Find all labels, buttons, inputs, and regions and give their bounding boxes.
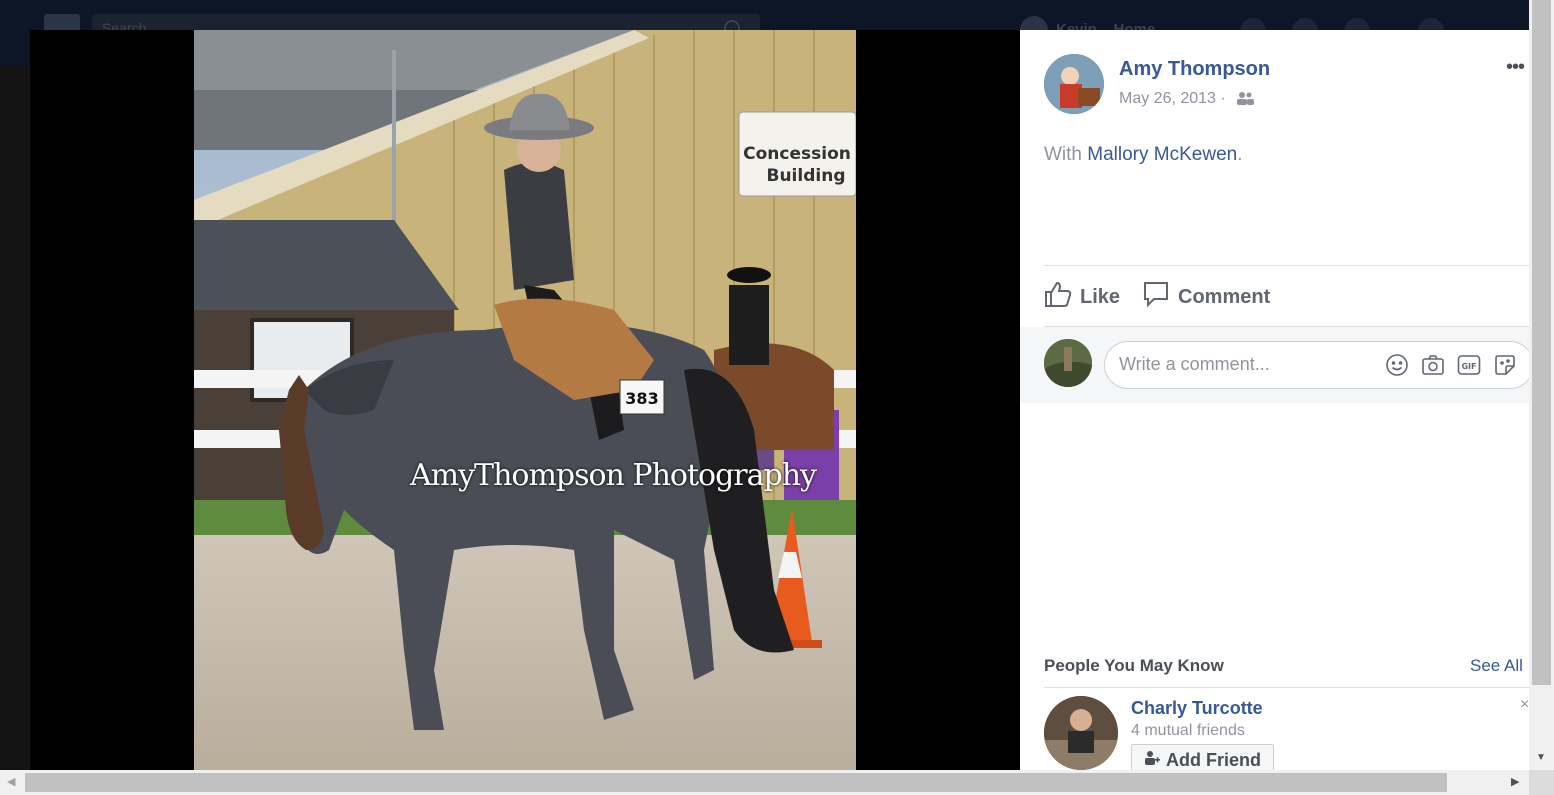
gif-icon[interactable]: GIF [1457,353,1481,377]
camera-icon[interactable] [1421,353,1445,377]
scroll-left-icon[interactable]: ◀ [7,775,15,788]
gif-text: GIF [1461,362,1476,371]
comment-attachment-icons: GIF [1385,353,1517,377]
more-options-button[interactable]: ••• [1506,56,1525,79]
horizontal-scrollbar[interactable]: ◀ ▶ [0,770,1529,795]
dismiss-suggestion-icon[interactable]: × [1520,696,1529,714]
suggested-person-name[interactable]: Charly Turcotte [1131,698,1263,719]
tagged-person-link[interactable]: Mallory McKewen [1087,144,1237,165]
mutual-friends-count[interactable]: 4 mutual friends [1131,722,1245,740]
post-with-tag: With Mallory McKewen. [1044,144,1243,166]
scroll-right-icon[interactable]: ▶ [1511,775,1519,788]
photo-watermark: AmyThompson Photography [410,458,817,493]
add-friend-label: Add Friend [1166,749,1261,770]
comment-label: Comment [1178,285,1271,308]
horizontal-scrollbar-thumb[interactable] [25,773,1447,792]
with-prefix: With [1044,144,1088,165]
comment-input-wrapper[interactable]: GIF [1104,341,1532,389]
sticker-icon[interactable] [1493,353,1517,377]
post-date[interactable]: May 26, 2013 · [1119,90,1255,110]
pymk-title: People You May Know [1044,656,1224,675]
comment-icon [1142,280,1178,314]
svg-text:Building: Building [767,166,846,186]
author-avatar[interactable] [1044,54,1104,114]
friends-icon[interactable] [1236,91,1255,110]
current-user-avatar[interactable] [1044,339,1092,387]
add-person-icon [1144,750,1160,771]
comment-input[interactable] [1119,354,1369,375]
photo-viewer[interactable]: Concession Building 383 AmyThompson Phot… [30,30,1020,770]
like-button[interactable]: Like [1044,280,1120,314]
vertical-scrollbar[interactable]: ▼ [1529,0,1554,770]
divider [1044,687,1532,688]
vertical-scrollbar-thumb[interactable] [1532,0,1551,685]
svg-text:383: 383 [625,389,658,408]
comment-button[interactable]: Comment [1142,280,1270,314]
scroll-down-icon[interactable]: ▼ [1536,752,1546,763]
emoji-icon[interactable] [1385,353,1409,377]
with-suffix: . [1237,144,1243,165]
scrollbar-corner [1529,770,1554,795]
like-icon [1044,280,1080,314]
like-label: Like [1080,285,1121,308]
add-friend-button[interactable]: Add Friend [1131,744,1274,770]
photo-image[interactable]: Concession Building 383 AmyThompson Phot… [194,30,856,770]
divider [1044,265,1532,266]
photo-side-panel: Amy Thompson May 26, 2013 · ••• With Mal… [1020,30,1532,770]
comment-composer: GIF [1020,327,1532,403]
horse-rider-photo: Concession Building 383 [194,30,856,770]
suggested-person-avatar[interactable] [1044,696,1118,770]
svg-text:Concession: Concession [743,144,851,164]
post-author-link[interactable]: Amy Thompson [1119,58,1270,81]
see-all-link[interactable]: See All [1470,656,1523,676]
post-date-text[interactable]: May 26, 2013 · [1119,90,1226,107]
